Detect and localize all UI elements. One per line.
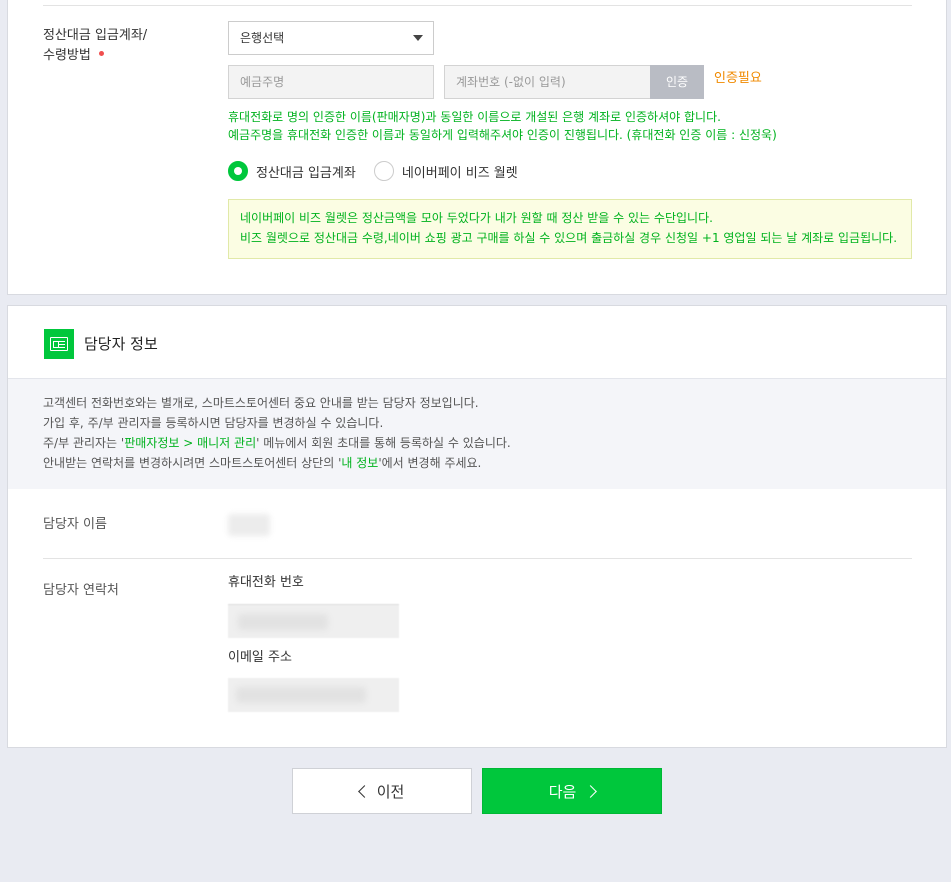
radio-account[interactable]	[228, 161, 248, 181]
chevron-left-icon	[357, 784, 371, 798]
prev-button-label: 이전	[376, 782, 405, 801]
section-divider	[43, 5, 912, 6]
settlement-label: 정산대금 입금계좌/ 수령방법	[43, 26, 147, 66]
verify-status: 인증필요	[714, 71, 762, 86]
bank-select-value: 은행선택	[240, 31, 285, 45]
email-field[interactable]	[228, 678, 399, 712]
manager-menu-link: 판매자정보 > 매니저 관리	[124, 436, 257, 450]
chevron-right-icon	[584, 784, 598, 798]
account-holder-input[interactable]: 예금주명	[228, 65, 434, 99]
radio-wallet[interactable]	[373, 161, 394, 181]
section-title: 담당자 정보	[84, 335, 158, 353]
phone-label: 휴대전화 번호	[228, 575, 304, 590]
wallet-info-line1: 네이버페이 비즈 월렛은 정산금액을 모아 두었다가 내가 원할 때 정산 받을…	[240, 211, 713, 225]
manager-card: 담당자 정보 고객센터 전화번호와는 별개로, 스마트스토어센터 중요 안내를 …	[7, 305, 947, 748]
account-notice-line2: 예금주명을 휴대전화 인증한 이름과 동일하게 입력해주셔야 인증이 진행됩니다…	[228, 128, 777, 142]
account-notice-line1: 휴대전화로 명의 인증한 이름(판매자명)과 동일한 이름으로 개설된 은행 계…	[228, 110, 721, 124]
wallet-info-line2: 비즈 월렛으로 정산대금 수령,네이버 쇼핑 광고 구매를 하실 수 있으며 출…	[240, 231, 898, 245]
id-card-icon	[44, 329, 74, 359]
prev-button[interactable]: 이전	[292, 768, 472, 814]
email-label: 이메일 주소	[228, 650, 292, 665]
settlement-label-line2: 수령방법	[43, 48, 91, 63]
settlement-label-line1: 정산대금 입금계좌/	[43, 28, 148, 43]
wallet-info-box: 네이버페이 비즈 월렛은 정산금액을 모아 두었다가 내가 원할 때 정산 받을…	[228, 199, 912, 259]
radio-wallet-label[interactable]: 네이버페이 비즈 월렛	[402, 162, 518, 181]
guide-line2: 가입 후, 주/부 관리자를 등록하시면 담당자를 변경하실 수 있습니다.	[43, 416, 384, 430]
bank-select[interactable]: 은행선택	[228, 21, 434, 55]
chevron-down-icon	[413, 35, 423, 41]
my-info-link: 내 정보	[341, 456, 379, 470]
row-divider	[43, 558, 912, 559]
verify-button[interactable]: 인증	[650, 65, 704, 99]
settlement-method-radios: 정산대금 입금계좌 네이버페이 비즈 월렛	[228, 160, 518, 182]
phone-field[interactable]	[228, 604, 399, 638]
guide-line3: 주/부 관리자는 '판매자정보 > 매니저 관리' 메뉴에서 회원 초대를 통해…	[43, 436, 511, 450]
settlement-card: 정산대금 입금계좌/ 수령방법 은행선택 예금주명 계좌번호 (-없이 입력) …	[7, 0, 947, 295]
manager-name-value	[228, 514, 270, 536]
radio-account-label[interactable]: 정산대금 입금계좌	[256, 162, 356, 181]
manager-contact-label: 담당자 연락처	[43, 583, 119, 598]
next-button[interactable]: 다음	[482, 768, 662, 814]
guide-line4: 안내받는 연락처를 변경하시려면 스마트스토어센터 상단의 '내 정보'에서 변…	[43, 456, 482, 470]
required-dot	[98, 51, 104, 56]
manager-guide: 고객센터 전화번호와는 별개로, 스마트스토어센터 중요 안내를 받는 담당자 …	[8, 378, 946, 489]
account-notice: 휴대전화로 명의 인증한 이름(판매자명)과 동일한 이름으로 개설된 은행 계…	[228, 108, 777, 144]
guide-line1: 고객센터 전화번호와는 별개로, 스마트스토어센터 중요 안내를 받는 담당자 …	[43, 396, 479, 410]
account-number-input[interactable]: 계좌번호 (-없이 입력)	[444, 65, 650, 99]
manager-name-label: 담당자 이름	[43, 517, 107, 532]
next-button-label: 다음	[548, 782, 577, 801]
